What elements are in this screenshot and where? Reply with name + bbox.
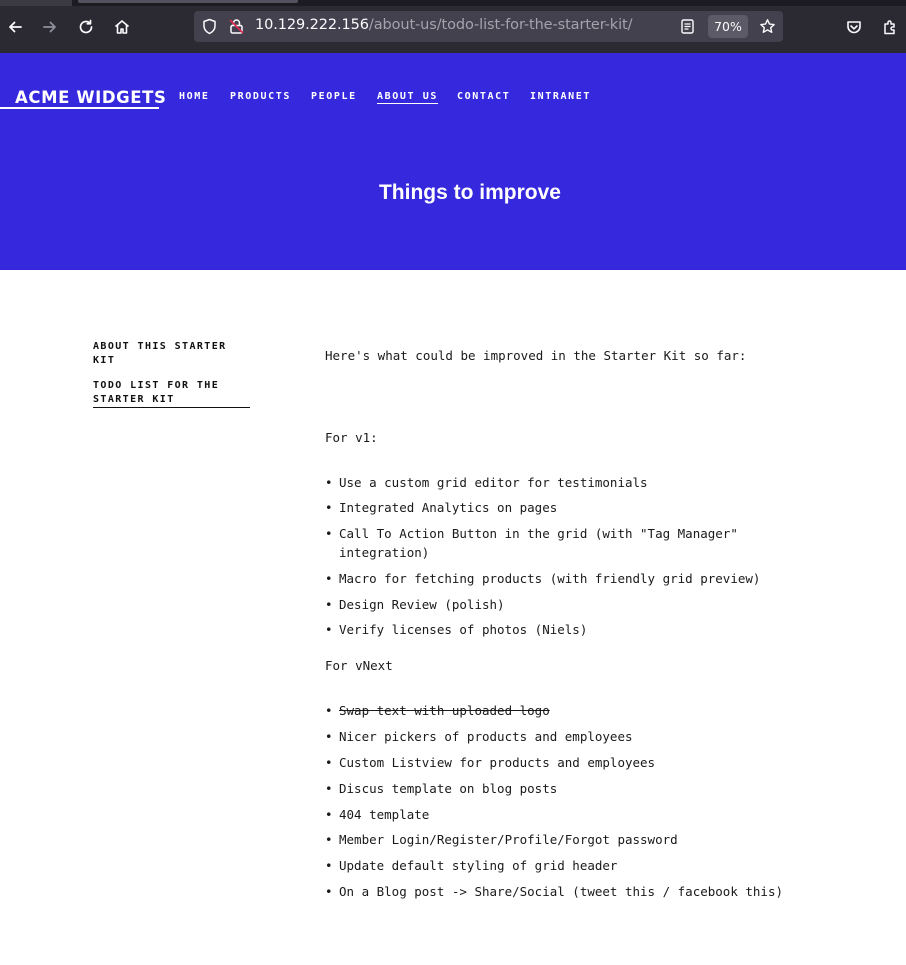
list-item: • Verify licenses of photos (Niels): [325, 620, 795, 639]
extensions-icon: [884, 20, 895, 35]
list-item-text: Design Review (polish): [339, 597, 505, 612]
list-item-text: Use a custom grid editor for testimonial…: [339, 475, 648, 490]
bullet: •: [325, 832, 333, 847]
list-item: • Update default styling of grid header: [325, 856, 795, 875]
nav-about-us[interactable]: ABOUT US: [377, 91, 438, 104]
vnext-heading: For vNext: [325, 658, 393, 673]
list-item: • Nicer pickers of products and employees: [325, 727, 795, 746]
logo-underline: [0, 107, 159, 109]
pocket-icon: [847, 21, 861, 34]
url-text[interactable]: 10.129.222.156/about-us/todo-list-for-th…: [255, 17, 633, 33]
bullet: •: [325, 526, 333, 541]
nav-people[interactable]: PEOPLE: [311, 91, 357, 102]
nav-contact[interactable]: CONTACT: [457, 91, 510, 102]
bullet: •: [325, 622, 333, 637]
bullet: •: [325, 729, 333, 744]
bullet: •: [325, 858, 333, 873]
reload-icon: [79, 19, 93, 34]
list-item-text: Macro for fetching products (with friend…: [339, 571, 761, 586]
site-logo[interactable]: ACME WIDGETS: [15, 88, 167, 107]
nav-home[interactable]: HOME: [179, 91, 209, 102]
list-item-text-done: Swap text with uploaded logo: [339, 703, 550, 718]
browser-toolbar: 10.129.222.156/about-us/todo-list-for-th…: [0, 0, 906, 53]
list-item-text: Member Login/Register/Profile/Forgot pas…: [339, 832, 678, 847]
reader-view-icon[interactable]: [679, 18, 696, 35]
bullet: •: [325, 781, 333, 796]
list-item: • On a Blog post -> Share/Social (tweet t…: [325, 882, 795, 901]
forward-icon: [43, 21, 56, 33]
list-item-text: Discus template on blog posts: [339, 781, 558, 796]
list-item-text: Call To Action Button in the grid (with …: [339, 526, 738, 560]
bookmark-star-icon[interactable]: [759, 18, 776, 35]
list-item: • Use a custom grid editor for testimonia…: [325, 473, 795, 492]
url-bar[interactable]: 10.129.222.156/about-us/todo-list-for-th…: [194, 11, 783, 42]
list-item: • Custom Listview for products and employ…: [325, 753, 795, 772]
list-item: • Integrated Analytics on pages: [325, 498, 795, 517]
reload-button[interactable]: [74, 15, 98, 39]
list-item-text: Update default styling of grid header: [339, 858, 618, 873]
list-item-text: 404 template: [339, 807, 430, 822]
bullet: •: [325, 807, 333, 822]
home-button[interactable]: [110, 15, 134, 39]
forward-button[interactable]: [38, 15, 62, 39]
list-item-text: Custom Listview for products and employe…: [339, 755, 656, 770]
v1-heading: For v1:: [325, 430, 378, 445]
tab-inactive[interactable]: [0, 0, 72, 6]
bullet: •: [325, 597, 333, 612]
site-header: ACME WIDGETS HOME PRODUCTS PEOPLE ABOUT …: [0, 53, 906, 270]
list-item-text: Nicer pickers of products and employees: [339, 729, 633, 744]
list-item-text: Integrated Analytics on pages: [339, 500, 558, 515]
list-item: • Design Review (polish): [325, 595, 795, 614]
bullet: •: [325, 571, 333, 586]
list-item: • Call To Action Button in the grid (with…: [325, 524, 795, 562]
list-item-text: Verify licenses of photos (Niels): [339, 622, 588, 637]
bullet: •: [325, 500, 333, 515]
bullet: •: [325, 755, 333, 770]
bullet: •: [325, 884, 333, 899]
url-host: 10.129.222.156: [255, 17, 369, 33]
list-item: • Member Login/Register/Profile/Forgot pa…: [325, 830, 795, 849]
list-item: • Macro for fetching products (with frien…: [325, 569, 795, 588]
bullet: •: [325, 703, 333, 718]
nav-products[interactable]: PRODUCTS: [230, 91, 291, 102]
nav-intranet[interactable]: INTRANET: [530, 91, 591, 102]
back-button[interactable]: [3, 15, 27, 39]
sidebar-item-about-starter-kit[interactable]: ABOUT THIS STARTER KIT: [93, 340, 243, 368]
list-item: • Swap text with uploaded logo: [325, 701, 795, 720]
back-icon: [9, 21, 22, 33]
tab-strip: [0, 0, 906, 6]
pocket-button[interactable]: [842, 15, 866, 39]
page-title-wrap: Things to improve: [0, 181, 906, 205]
sidebar-item-todo-list[interactable]: TODO LIST FOR THE STARTER KIT: [93, 379, 250, 408]
zoom-indicator[interactable]: 70%: [708, 15, 748, 38]
list-item: • Discus template on blog posts: [325, 779, 795, 798]
bullet: •: [325, 475, 333, 490]
intro-text: Here's what could be improved in the Sta…: [325, 348, 747, 363]
insecure-lock-icon[interactable]: [228, 18, 245, 35]
page-title: Things to improve: [378, 181, 561, 204]
shield-icon[interactable]: [201, 18, 218, 35]
list-item: • 404 template: [325, 805, 795, 824]
list-item-text: On a Blog post -> Share/Social (tweet th…: [339, 884, 784, 899]
url-path: /about-us/todo-list-for-the-starter-kit/: [368, 17, 633, 33]
home-icon: [114, 20, 130, 34]
tab-active[interactable]: [78, 0, 298, 3]
extensions-button[interactable]: [878, 15, 902, 39]
